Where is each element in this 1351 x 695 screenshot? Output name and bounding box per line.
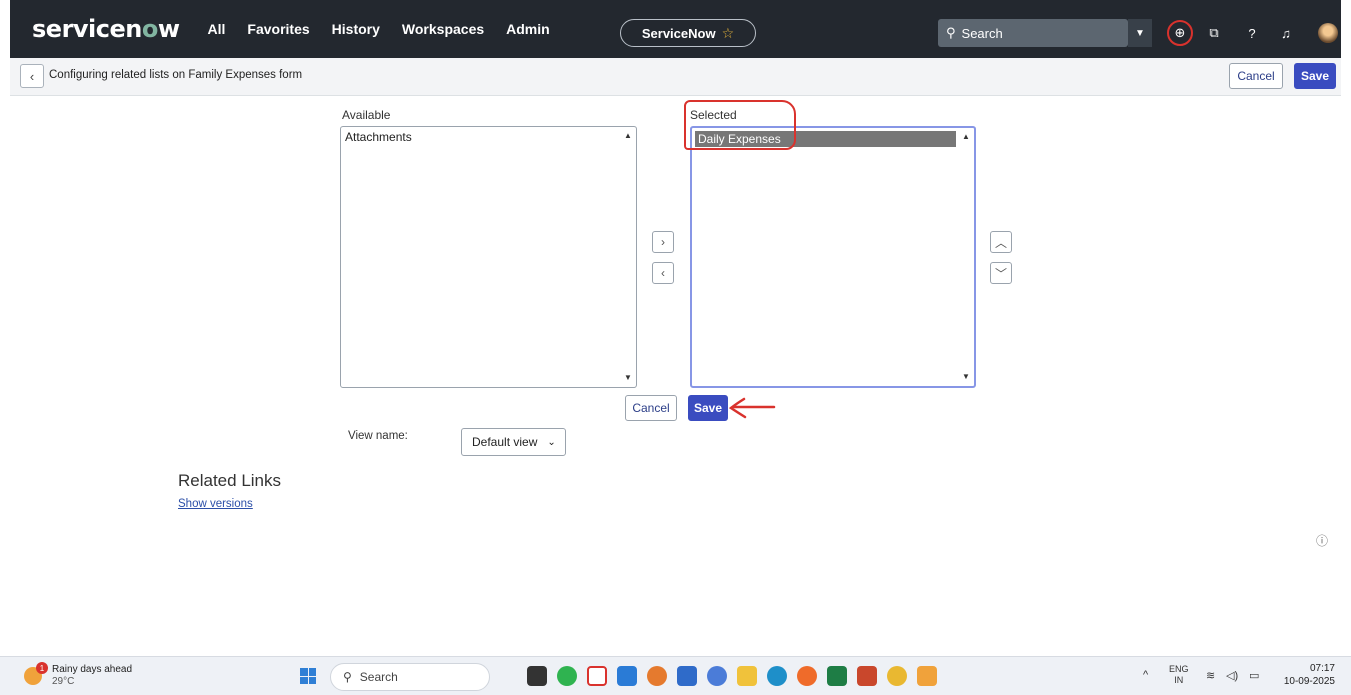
servicenow-logo[interactable]: servicenow: [32, 15, 180, 43]
chevron-left-icon: ‹: [29, 68, 35, 84]
windows-start-icon[interactable]: [300, 668, 316, 684]
search-icon: ⚲: [343, 670, 352, 684]
task-view-icon[interactable]: [527, 666, 547, 686]
instance-pill[interactable]: ServiceNow ☆: [620, 19, 756, 47]
volume-icon[interactable]: ◁): [1226, 669, 1238, 682]
windows-taskbar: 1 Rainy days ahead 29°C ⚲ Search ^ ENG I…: [0, 656, 1351, 695]
weather-temp: 29°C: [52, 676, 75, 687]
nav-favorites[interactable]: Favorites: [247, 21, 309, 37]
global-search-input[interactable]: ⚲ Search: [938, 19, 1128, 47]
nav-admin[interactable]: Admin: [506, 21, 550, 37]
clock[interactable]: 07:17 10-09-2025: [1283, 662, 1335, 688]
chevron-down-icon: ⌄: [547, 436, 556, 448]
chevron-down-icon: ﹀: [994, 266, 1007, 281]
search-placeholder: Search: [961, 25, 1003, 41]
whatsapp-icon[interactable]: [557, 666, 577, 686]
gmail-icon[interactable]: [587, 666, 607, 686]
vscode-icon[interactable]: [617, 666, 637, 686]
info-icon[interactable]: ⓘ: [1316, 532, 1328, 549]
word-icon[interactable]: [677, 666, 697, 686]
view-name-value: Default view: [472, 435, 538, 449]
list-item-attachments[interactable]: Attachments: [341, 127, 636, 147]
weather-text: Rainy days ahead: [52, 664, 133, 675]
remove-from-selected-button[interactable]: ‹: [652, 262, 674, 284]
form-header: ‹ Configuring related lists on Family Ex…: [10, 58, 1341, 96]
lang-code: ENG: [1169, 664, 1189, 674]
powerpoint-icon[interactable]: [857, 666, 877, 686]
help-circle-icon[interactable]: ?: [1240, 21, 1264, 45]
view-name-select[interactable]: Default view ⌄: [461, 428, 566, 456]
app-icon[interactable]: [917, 666, 937, 686]
chevron-left-icon: ‹: [661, 266, 665, 280]
move-down-button[interactable]: ﹀: [990, 262, 1012, 284]
page-title: Configuring related lists on Family Expe…: [49, 69, 303, 81]
app-icon[interactable]: [647, 666, 667, 686]
chevron-right-icon: ›: [661, 235, 665, 249]
nav-history[interactable]: History: [332, 21, 380, 37]
scroll-up-icon[interactable]: ▲: [623, 131, 633, 141]
view-name-label: View name:: [348, 430, 408, 442]
add-to-selected-button[interactable]: ›: [652, 231, 674, 253]
header-save-button[interactable]: Save: [1294, 63, 1336, 89]
firefox-icon[interactable]: [797, 666, 817, 686]
annotation-arrow: [728, 397, 776, 419]
clock-date: 10-09-2025: [1283, 676, 1335, 687]
scroll-down-icon[interactable]: ▼: [961, 372, 971, 382]
search-icon: ⚲: [946, 25, 956, 40]
save-button[interactable]: Save: [688, 395, 728, 421]
chat-app-icon[interactable]: [707, 666, 727, 686]
excel-icon[interactable]: [827, 666, 847, 686]
related-links-heading: Related Links: [178, 471, 282, 490]
scroll-down-icon[interactable]: ▼: [623, 373, 633, 383]
cancel-button[interactable]: Cancel: [625, 395, 677, 421]
header-cancel-button[interactable]: Cancel: [1229, 63, 1283, 89]
scroll-up-icon[interactable]: ▲: [961, 132, 971, 142]
nav-all[interactable]: All: [208, 21, 226, 37]
chevron-up-icon[interactable]: ^: [1143, 669, 1148, 681]
file-explorer-icon[interactable]: [737, 666, 757, 686]
search-scope-dropdown[interactable]: ▼: [1128, 19, 1152, 47]
move-up-button[interactable]: ︿: [990, 231, 1012, 253]
clock-time: 07:17: [1309, 663, 1335, 674]
taskbar-search-label: Search: [359, 670, 398, 684]
top-navigation-bar: servicenow All Favorites History Workspa…: [10, 0, 1341, 58]
instance-name: ServiceNow: [641, 25, 716, 41]
annotation-highlight-box: [684, 100, 796, 150]
edge-icon[interactable]: [767, 666, 787, 686]
user-avatar[interactable]: [1318, 23, 1338, 43]
bell-icon[interactable]: ♫: [1274, 21, 1298, 45]
globe-icon[interactable]: ⊕: [1167, 20, 1193, 46]
chat-icon[interactable]: ⧉: [1202, 21, 1226, 45]
weather-badge: 1: [36, 662, 48, 674]
chevron-up-icon: ︿: [994, 235, 1007, 250]
lang-region: IN: [1174, 675, 1184, 685]
available-label: Available: [342, 108, 391, 122]
chrome-icon[interactable]: [887, 666, 907, 686]
battery-icon[interactable]: ▭: [1249, 669, 1259, 682]
wifi-icon[interactable]: ≋: [1206, 669, 1215, 682]
selected-list[interactable]: Daily Expenses ▲ ▼: [690, 126, 976, 388]
taskbar-search[interactable]: ⚲ Search: [330, 663, 490, 691]
available-list[interactable]: Attachments ▲ ▼: [340, 126, 637, 388]
back-button[interactable]: ‹: [20, 64, 44, 88]
weather-widget[interactable]: Rainy days ahead 29°C: [52, 664, 132, 688]
show-versions-link[interactable]: Show versions: [178, 498, 253, 510]
star-icon[interactable]: ☆: [722, 25, 735, 42]
language-indicator[interactable]: ENG IN: [1169, 664, 1189, 686]
nav-workspaces[interactable]: Workspaces: [402, 21, 484, 37]
